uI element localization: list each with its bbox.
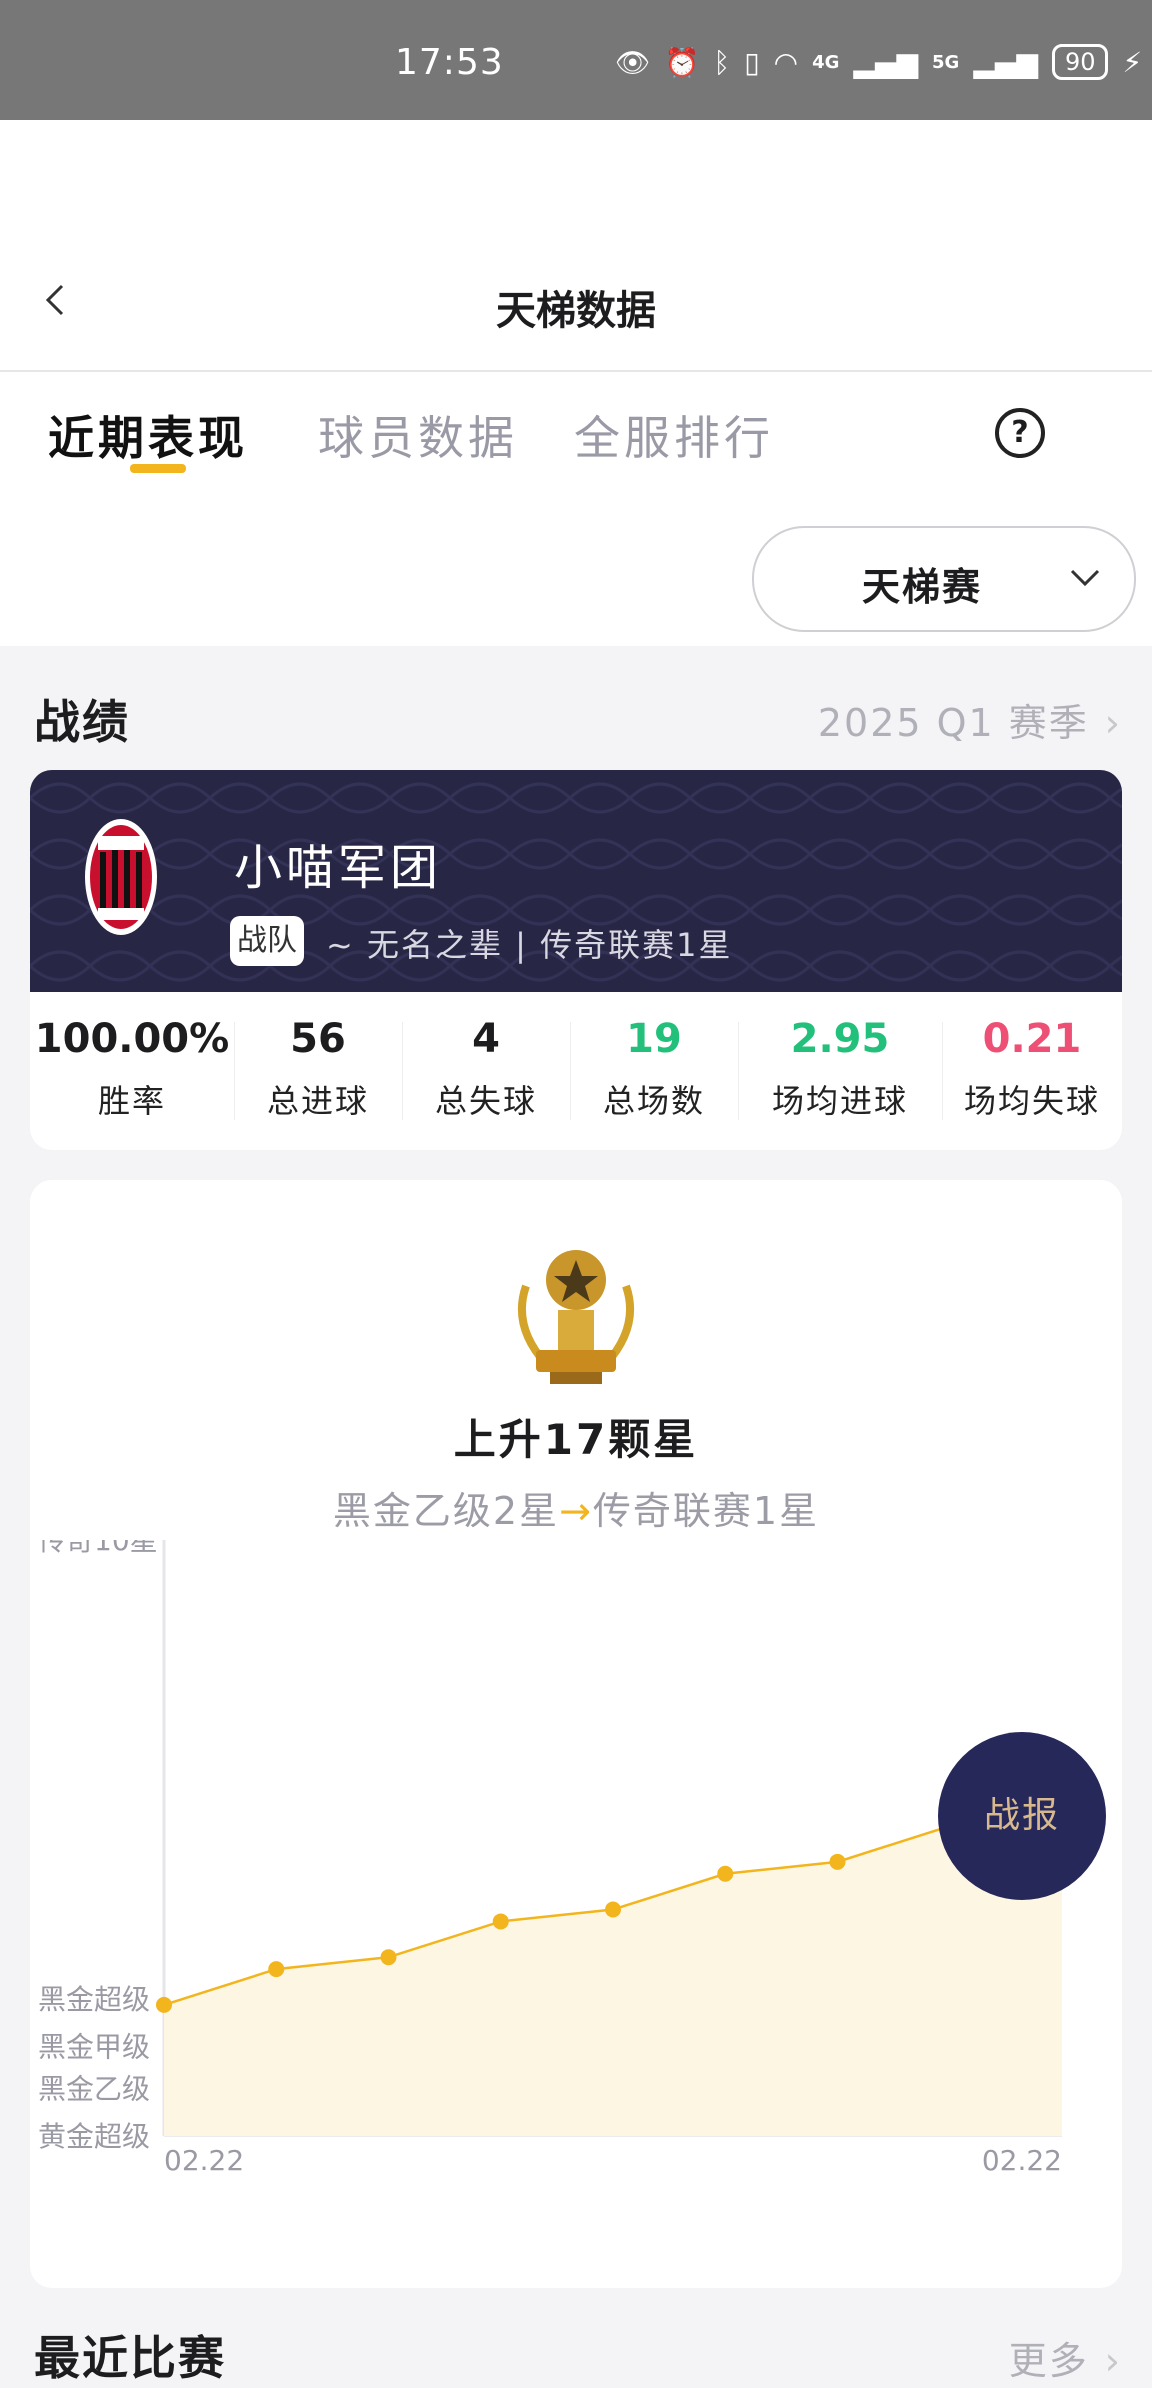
status-icons: 👁 ⏰ ᛒ ▯ ◠ 4G ▂▄▆ 5G ▂▄▆ 90 ⚡ [615,44,1142,80]
stat-goals-for: 56 总进球 [234,992,402,1150]
battery-indicator: 90 [1051,44,1109,80]
series-area [164,1790,1062,2136]
stats-row: 100.00% 胜率 56 总进球 4 总失球 19 总场数 2.95 场均进球… [30,992,1122,1150]
team-rank-meta: ~ 无名之辈 | 传奇联赛1星 [326,926,733,964]
stat-avg-goals-for: 2.95 场均进球 [738,992,942,1150]
help-icon[interactable]: ? [995,408,1045,458]
stat-value: 56 [290,1016,346,1062]
chevron-down-icon [1070,569,1100,587]
stat-goals-against: 4 总失球 [402,992,570,1150]
charging-icon: ⚡ [1122,45,1143,79]
stat-value: 100.00% [34,1016,230,1062]
stat-value: 2.95 [790,1016,890,1062]
data-point [156,1996,172,2013]
eye-icon: 👁 [615,45,651,79]
mode-dropdown[interactable]: 天梯赛 [752,526,1136,632]
bluetooth-icon: ᛒ [713,45,731,79]
stat-label: 胜率 [97,1082,166,1120]
chevron-right-icon: › [1104,2339,1122,2383]
recent-matches-title: 最近比赛 [34,2331,226,2385]
tab-recent-performance[interactable]: 近期表现 [48,402,248,468]
team-crest-logo [85,819,157,935]
rank-arrow: → [559,1489,593,1533]
rank-change-headline: 上升17颗星 [453,1415,699,1464]
rank-line-chart: 传奇10星黑金超级黑金甲级黑金乙级黄金超级 02.22 02.22 [38,1540,1063,2177]
data-point [380,1949,397,1966]
data-point [268,1961,285,1978]
record-section-title: 战绩 [34,695,130,749]
data-point [829,1853,846,1870]
stat-win-rate: 100.00% 胜率 [30,992,234,1150]
y-tick-label: 传奇10星 [38,1540,158,1557]
more-label: 更多 [1008,2339,1089,2383]
tabs-area: 近期表现 球员数据 全服排行 ? 天梯赛 [0,372,1152,646]
network-5g-label: 5G [932,51,960,73]
rank-to: 传奇联赛1星 [592,1489,820,1533]
alarm-icon: ⏰ [664,45,700,79]
stat-label: 场均进球 [771,1082,908,1120]
season-selector[interactable]: 2025 Q1 赛季 › [818,692,1122,747]
season-label: 2025 Q1 赛季 [817,701,1089,745]
chevron-right-icon: › [1104,701,1122,745]
team-card[interactable]: 小喵军团 战队 ~ 无名之辈 | 传奇联赛1星 [30,770,1122,992]
status-bar: 17:53 👁 ⏰ ᛒ ▯ ◠ 4G ▂▄▆ 5G ▂▄▆ 90 ⚡ [0,0,1152,120]
stat-label: 总场数 [602,1082,705,1120]
network-4g-label: 4G [812,51,840,73]
rank-change-path: 黑金乙级2星→传奇联赛1星 [30,1480,1122,1535]
wifi-icon: ◠ [773,45,799,79]
trophy-icon [517,1250,635,1384]
battle-report-button[interactable]: 战报 [938,1732,1106,1900]
rank-chart-card: 上升17颗星 黑金乙级2星→传奇联赛1星 传奇10星黑金超级黑金甲级黑金乙级黄金… [30,1180,1122,2288]
tab-server-ranking[interactable]: 全服排行 [574,402,774,468]
more-matches-link[interactable]: 更多 › [1009,2330,1122,2385]
stat-value: 19 [626,1016,682,1062]
team-name: 小喵军团 [234,840,443,896]
data-point [605,1901,621,1918]
y-tick-label: 黄金超级 [38,2120,150,2153]
active-tab-indicator [130,464,186,473]
signal-icon: ▂▄▆ [853,45,919,79]
tab-player-data[interactable]: 球员数据 [318,402,518,468]
stat-label: 总进球 [266,1082,369,1120]
stat-avg-goals-against: 0.21 场均失球 [942,992,1122,1150]
team-type-badge: 战队 [230,916,304,966]
signal-icon: ▂▄▆ [973,45,1038,79]
data-point [492,1913,509,1930]
page-title: 天梯数据 [496,288,656,334]
rank-from: 黑金乙级2星 [332,1489,560,1533]
stat-label: 总失球 [434,1082,537,1120]
data-point [717,1865,734,1882]
stat-label: 场均失球 [963,1082,1100,1120]
y-tick-label: 黑金超级 [38,1983,150,2016]
stat-value: 4 [472,1016,500,1062]
vibrate-icon: ▯ [744,45,760,79]
y-tick-label: 黑金甲级 [38,2031,150,2064]
mode-dropdown-value: 天梯赛 [862,565,983,609]
y-tick-label: 黑金乙级 [38,2072,150,2105]
stat-value: 0.21 [982,1016,1082,1062]
stat-matches: 19 总场数 [570,992,738,1150]
x-tick-label: 02.22 [164,2144,244,2177]
status-time: 17:53 [395,42,504,83]
x-tick-label: 02.22 [982,2144,1062,2177]
